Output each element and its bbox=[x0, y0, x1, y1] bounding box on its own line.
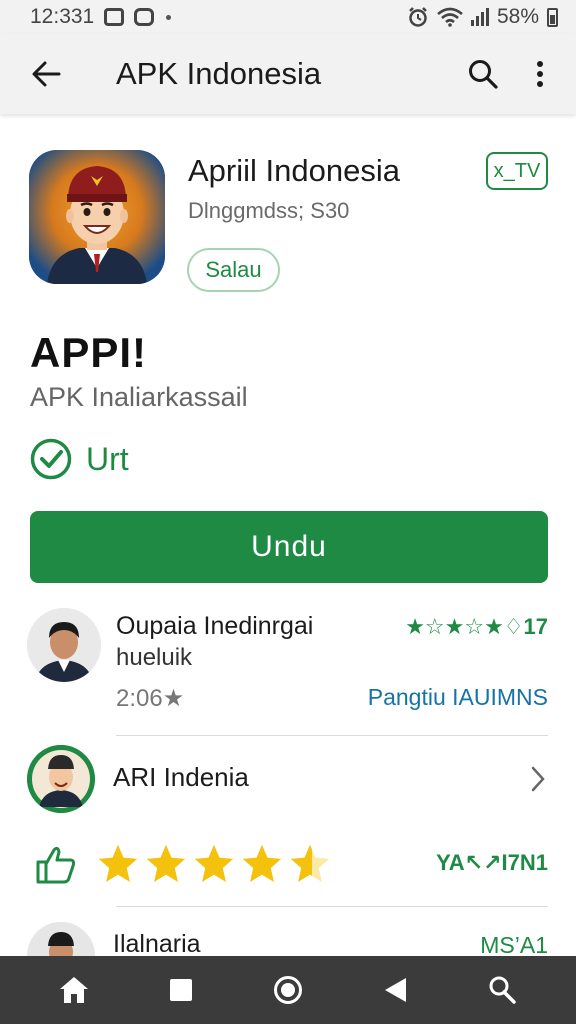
verified-label: Urt bbox=[86, 440, 129, 477]
nav-search-button[interactable] bbox=[474, 962, 530, 1018]
more-options-button[interactable] bbox=[520, 49, 560, 99]
check-circle-icon bbox=[30, 438, 72, 480]
install-button[interactable]: Undu bbox=[30, 511, 548, 583]
app-big-title: APPI! bbox=[30, 329, 148, 376]
review-count-value: 2:06 bbox=[116, 685, 163, 712]
home-icon bbox=[59, 977, 88, 1003]
avatar bbox=[27, 608, 101, 682]
arrow-back-icon bbox=[32, 61, 61, 87]
star-icon bbox=[98, 844, 138, 882]
list-item[interactable]: Ilalnaria MS’A1 bbox=[0, 920, 576, 990]
person-avatar-icon bbox=[27, 608, 101, 682]
search-button[interactable] bbox=[458, 49, 508, 99]
review-link[interactable]: Pangtiu IAUIMNS bbox=[368, 684, 548, 711]
app-bar: APK Indonesia bbox=[0, 34, 576, 114]
reviewer-name: Oupaia Inedinrgai bbox=[116, 612, 314, 640]
review-count: 2:06★ bbox=[116, 684, 184, 713]
more-notifications-icon bbox=[166, 14, 172, 20]
app-subtitle: APK Inaliarkassail bbox=[30, 382, 248, 412]
rating-code: YA↖↗I7N1 bbox=[436, 850, 548, 875]
circle-icon bbox=[273, 976, 302, 1004]
divider bbox=[116, 906, 548, 907]
rating-row: YA↖↗I7N1 bbox=[0, 838, 576, 894]
review-text: hueluik bbox=[116, 644, 193, 671]
list-item[interactable]: ARI Indenia bbox=[0, 745, 576, 815]
developer-name[interactable]: Dlnggmdss; S30 bbox=[188, 198, 349, 224]
more-vert-icon bbox=[537, 61, 543, 87]
verified-row: Urt bbox=[30, 438, 129, 480]
star-icon bbox=[146, 844, 186, 882]
square-icon bbox=[169, 979, 192, 1001]
age-rating-badge: x_TV bbox=[486, 152, 548, 190]
search-person-icon bbox=[489, 976, 517, 1004]
status-bar: 12:331 58% bbox=[0, 0, 576, 34]
review-card[interactable]: Oupaia Inedinrgai hueluik 2:06★ ★☆★☆★♢17… bbox=[0, 600, 576, 732]
back-triangle-icon bbox=[385, 978, 407, 1002]
review-stars-text: ★☆★☆★♢17 bbox=[405, 614, 548, 639]
category-chip[interactable]: Salau bbox=[187, 248, 280, 292]
divider bbox=[116, 735, 548, 736]
battery-percent: 58% bbox=[496, 5, 539, 28]
signal-icon bbox=[470, 8, 489, 26]
battery-icon bbox=[547, 7, 558, 27]
search-icon bbox=[469, 60, 498, 89]
nav-home-button[interactable] bbox=[46, 962, 102, 1018]
chevron-right-icon[interactable] bbox=[526, 763, 550, 795]
notification-icon bbox=[104, 8, 125, 26]
app-name: Apriil Indonesia bbox=[188, 153, 400, 188]
star-icon bbox=[194, 844, 234, 882]
nav-back-button[interactable] bbox=[367, 962, 423, 1018]
star-small-icon: ★ bbox=[162, 685, 185, 712]
wifi-icon bbox=[437, 7, 463, 27]
nav-home-circle-button[interactable] bbox=[260, 962, 316, 1018]
alarm-icon bbox=[409, 7, 427, 27]
nav-recents-button[interactable] bbox=[153, 962, 209, 1018]
star-icon bbox=[242, 844, 282, 882]
list-item-label: ARI Indenia bbox=[113, 762, 249, 792]
person-avatar-icon bbox=[27, 745, 95, 813]
bottom-navigation bbox=[0, 956, 576, 1024]
app-icon bbox=[29, 150, 165, 284]
app-avatar-illustration-icon bbox=[29, 150, 165, 284]
star-rating[interactable] bbox=[96, 842, 332, 886]
star-half-icon bbox=[290, 844, 330, 882]
page-title: APK Indonesia bbox=[116, 56, 322, 91]
message-icon bbox=[134, 8, 155, 26]
avatar bbox=[27, 745, 95, 813]
status-time: 12:331 bbox=[30, 5, 95, 28]
list-item-label: Ilalnaria bbox=[113, 930, 201, 958]
list-item-code: MS’A1 bbox=[480, 932, 548, 958]
thumbs-up-icon[interactable] bbox=[34, 842, 78, 886]
back-button[interactable] bbox=[16, 44, 76, 104]
